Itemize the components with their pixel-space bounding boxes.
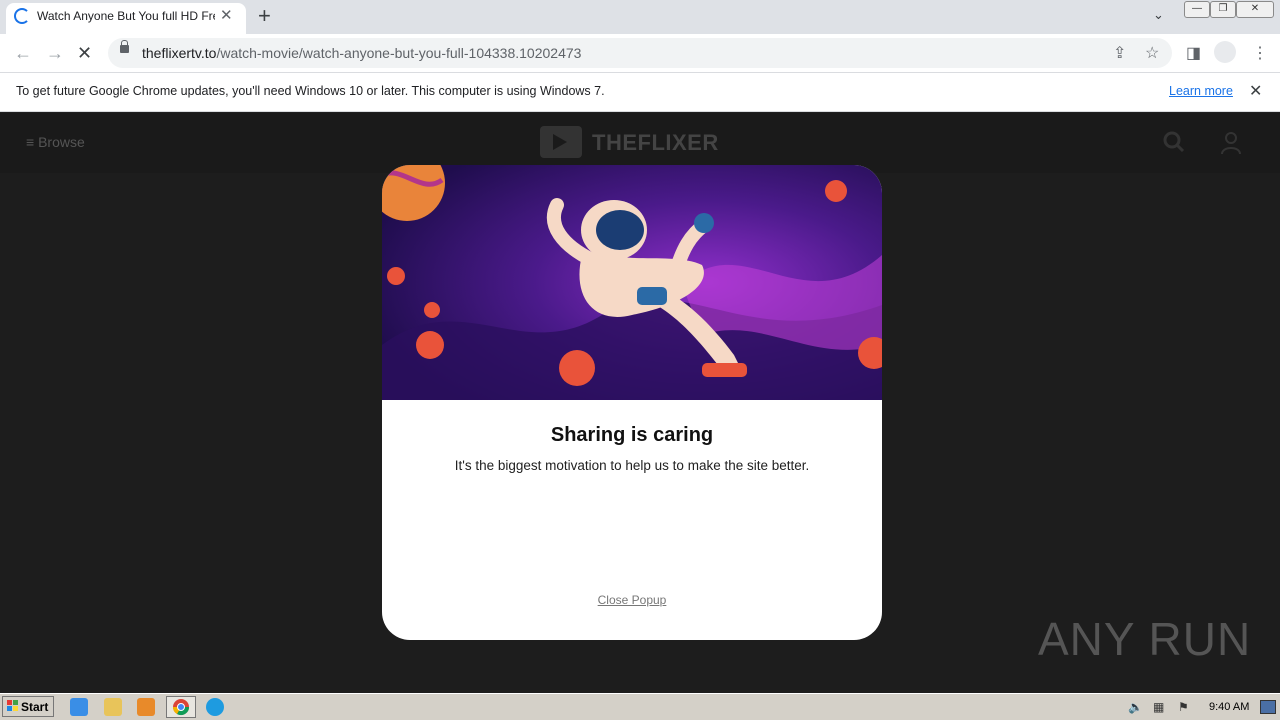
popup-title: Sharing is caring [550, 424, 714, 446]
hamburger-icon: ≡ [26, 134, 39, 150]
chrome-taskbar-button[interactable] [166, 696, 196, 718]
back-arrow-icon[interactable]: ← [14, 43, 32, 64]
menu-dots-icon[interactable]: ⋮ [1252, 43, 1268, 63]
ie-icon[interactable] [70, 698, 88, 716]
minimize-button[interactable]: — [1184, 1, 1210, 18]
chrome-icon [172, 699, 190, 716]
taskbar-clock[interactable]: 9:40 AM [1209, 701, 1249, 713]
restore-button[interactable]: ❐ [1210, 1, 1236, 18]
window-close-button[interactable]: ✕ [1236, 1, 1274, 18]
media-player-icon[interactable] [137, 698, 155, 716]
url-path: /watch-movie/watch-anyone-but-you-full-1… [216, 45, 582, 61]
edge-icon[interactable] [206, 698, 224, 716]
volume-icon[interactable]: 🔈 [1128, 700, 1143, 714]
anyrun-watermark: ANY RUN [1038, 613, 1252, 665]
action-center-flag-icon[interactable]: ⚑ [1178, 700, 1189, 714]
popup-subtitle: It's the biggest motivation to help us t… [454, 458, 810, 473]
network-icon[interactable]: ▦ [1153, 700, 1164, 714]
close-popup-link[interactable]: Close Popup [382, 593, 882, 607]
site-logo[interactable]: THEFLIXER [592, 130, 719, 156]
side-panel-icon[interactable]: ◨ [1186, 43, 1201, 63]
loading-spinner-icon [14, 8, 30, 24]
bookmark-star-icon[interactable]: ☆ [1145, 43, 1159, 63]
share-icon[interactable]: ⇪ [1113, 43, 1126, 63]
lock-icon[interactable] [120, 40, 129, 53]
site-user-icon[interactable] [1220, 131, 1242, 161]
astronaut-illustration [382, 165, 882, 400]
share-popup: Sharing is caring It's the biggest motiv… [382, 165, 882, 640]
start-label: Start [21, 700, 49, 714]
tab-search-chevron-icon[interactable]: ⌄ [1153, 7, 1164, 23]
start-button[interactable]: Start [2, 696, 54, 717]
infobar-close-icon[interactable]: ✕ [1249, 81, 1262, 101]
logo-play-icon [553, 134, 567, 150]
windows-flag-icon [7, 700, 19, 712]
site-search-icon[interactable] [1163, 131, 1185, 159]
new-tab-button[interactable]: + [258, 4, 271, 28]
profile-avatar-icon[interactable] [1214, 41, 1236, 63]
stop-loading-icon[interactable]: ✕ [77, 43, 92, 64]
browse-menu-button[interactable]: ≡ Browse [26, 134, 85, 150]
explorer-folder-icon[interactable] [104, 698, 122, 716]
url-text[interactable]: theflixertv.to/watch-movie/watch-anyone-… [142, 45, 581, 61]
tab-close-icon[interactable]: ✕ [220, 6, 233, 24]
url-domain: theflixertv.to [142, 45, 217, 61]
infobar-message: To get future Google Chrome updates, you… [16, 84, 605, 98]
show-desktop-icon[interactable] [1260, 700, 1276, 714]
learn-more-link[interactable]: Learn more [1169, 84, 1233, 98]
browse-label: Browse [38, 134, 85, 150]
tab-title: Watch Anyone But You full HD Free [37, 9, 215, 23]
forward-arrow-icon[interactable]: → [46, 43, 64, 64]
